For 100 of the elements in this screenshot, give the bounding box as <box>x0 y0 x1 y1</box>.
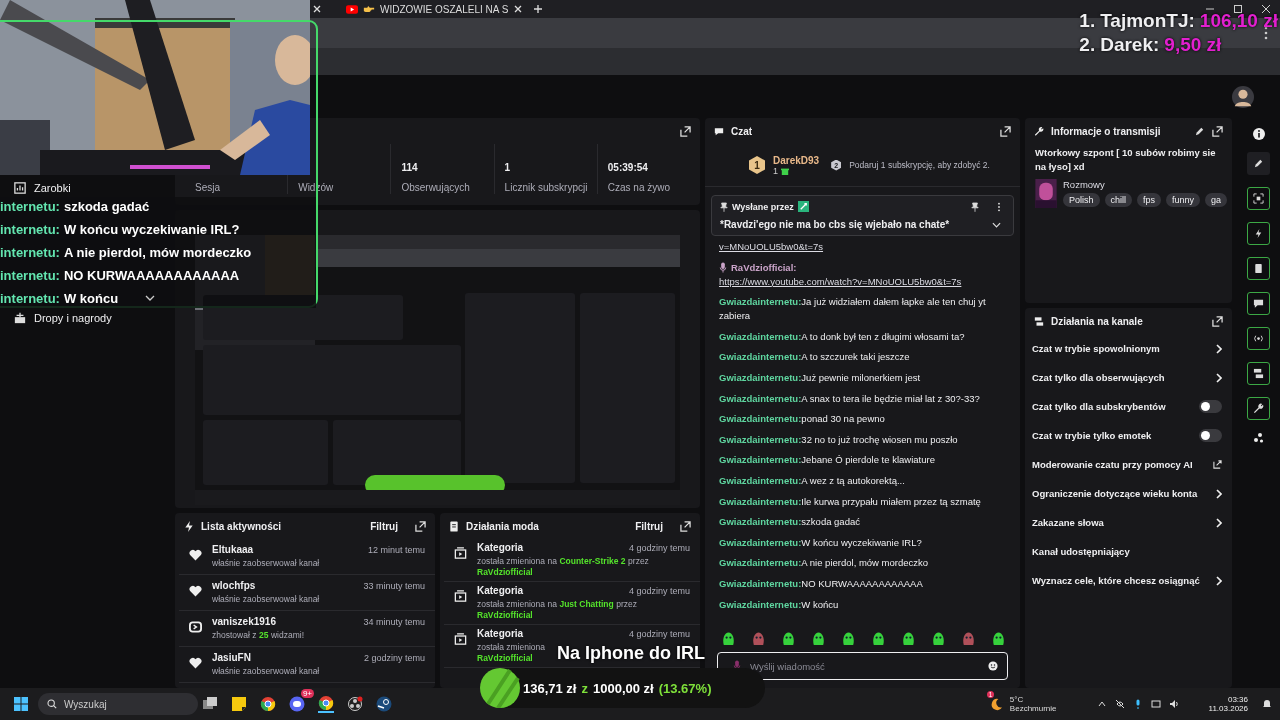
channel-action[interactable]: Czat w trybie tylko emotek <box>1032 430 1152 441</box>
channel-action[interactable]: Kanał udostępniający <box>1032 546 1130 557</box>
steam-icon[interactable] <box>375 696 392 712</box>
search-field[interactable]: Wyszukaj <box>38 693 198 715</box>
user-name[interactable]: wlochfps <box>212 580 256 591</box>
tag[interactable]: Polish <box>1063 193 1100 207</box>
focus-button[interactable] <box>1247 187 1270 210</box>
chat-app-icon[interactable] <box>288 696 305 712</box>
chevron-right-icon[interactable] <box>1216 488 1222 499</box>
emote-icon[interactable] <box>721 630 736 646</box>
chat-message: Gwiazdainternetu:W końcu <box>719 597 840 612</box>
sidebar-item[interactable]: Dropy i nagrody <box>0 312 170 324</box>
action-title: Kategoria <box>477 585 524 596</box>
browser-tab[interactable]: WIDZOWIE OSZALELI NA S <box>346 3 524 15</box>
chevron-up-icon[interactable] <box>1096 699 1107 709</box>
emote-icon[interactable] <box>841 630 856 646</box>
chevron-right-icon[interactable] <box>1216 343 1222 354</box>
channel-button[interactable] <box>1247 362 1270 385</box>
bell-icon[interactable] <box>1262 699 1272 709</box>
chevron-down-icon[interactable] <box>992 221 1001 228</box>
tag[interactable]: ga <box>1205 193 1228 207</box>
tag[interactable]: fps <box>1137 193 1162 207</box>
channel-action[interactable]: Zakazane słowa <box>1032 517 1104 528</box>
emote-icon[interactable] <box>871 630 886 646</box>
chat-message: Gwiazdainternetu:A wez z tą autokorektą... <box>719 473 906 488</box>
user-name[interactable]: vaniszek1916 <box>212 616 276 627</box>
chat-link[interactable]: https://www.youtube.com/watch?v=MNoUOLU5bw0&t=7s <box>719 274 962 289</box>
emote-icon[interactable] <box>991 630 1006 646</box>
user-name[interactable]: DarekD93 <box>773 154 820 166</box>
broadcast-button[interactable] <box>1247 327 1270 350</box>
channel-action[interactable]: Moderowanie czatu przy pomocy AI <box>1032 459 1193 470</box>
muted-icon[interactable] <box>1114 699 1125 709</box>
toggle-switch[interactable] <box>1199 400 1222 413</box>
network-icon[interactable] <box>1150 699 1161 709</box>
pencil-icon[interactable] <box>1194 125 1205 137</box>
browser-icon[interactable] <box>317 695 334 713</box>
emote-icon[interactable] <box>811 630 826 646</box>
info-icon[interactable] <box>1252 128 1265 140</box>
external-link-icon[interactable] <box>1213 460 1222 469</box>
channel-action[interactable]: Wyznacz cele, które chcesz osiągnąć <box>1032 575 1200 586</box>
overlay-chat-user: internetu: <box>0 221 60 239</box>
tag[interactable]: chill <box>1104 193 1133 207</box>
chevron-right-icon[interactable] <box>1216 575 1222 586</box>
channel-action[interactable]: Czat tylko dla subskrybentów <box>1032 401 1166 412</box>
chat-button[interactable] <box>1247 292 1270 315</box>
user-name[interactable]: JasiuFN <box>212 652 251 663</box>
chat-message: Gwiazdainternetu:Jebane Ó pierdole te klawiature <box>719 453 936 468</box>
popout-icon[interactable] <box>680 520 691 532</box>
toggle-switch[interactable] <box>1199 429 1222 442</box>
message-field[interactable]: Wyślij wiadomość <box>717 652 1008 680</box>
filter-button[interactable]: Filtruj <box>366 518 402 534</box>
edit-button[interactable] <box>1247 152 1270 175</box>
smiley-icon[interactable] <box>988 661 998 671</box>
category-icon <box>454 590 467 602</box>
activity-description: właśnie zaobserwował kanał <box>212 666 321 677</box>
leaderboard-amount: 106,10 zł <box>1199 9 1278 33</box>
filter-button[interactable]: Filtruj <box>631 518 667 534</box>
emote-icon[interactable] <box>931 630 946 646</box>
maximize-icon[interactable] <box>1233 4 1243 14</box>
close-icon[interactable] <box>513 4 524 14</box>
chevron-right-icon[interactable] <box>1216 372 1222 383</box>
popout-icon[interactable] <box>415 520 426 532</box>
user-name[interactable]: Eltukaaa <box>212 544 254 555</box>
category-name[interactable]: Rozmowy <box>1063 179 1228 190</box>
popout-icon[interactable] <box>1212 315 1223 327</box>
sidebar-item[interactable]: Zarobki <box>0 182 170 194</box>
pin-icon[interactable] <box>971 201 979 212</box>
chevron-right-icon[interactable] <box>1216 517 1222 528</box>
dots-icon[interactable] <box>1252 432 1265 444</box>
close-icon[interactable] <box>1261 4 1271 14</box>
channel-action[interactable]: Czat tylko dla obserwujących <box>1032 372 1165 383</box>
tag[interactable]: funny <box>1166 193 1201 207</box>
channel-action[interactable]: Czat w trybie spowolnionym <box>1032 343 1160 354</box>
more-icon[interactable] <box>997 201 1001 212</box>
time-ago: 34 minuty temu <box>363 617 425 627</box>
record-app-icon[interactable] <box>346 696 363 712</box>
emote-icon[interactable] <box>901 630 916 646</box>
stat-value: 114 <box>401 162 419 173</box>
popout-icon[interactable] <box>1000 125 1011 137</box>
user-avatar[interactable] <box>1232 85 1254 108</box>
wrench-button[interactable] <box>1247 397 1270 420</box>
chat-link[interactable]: v=MNoUOLU5bw0&t=7s <box>719 240 824 254</box>
overlay-chat-message: W końcu wyczekiwanie IRL? <box>63 221 240 239</box>
speaker-icon[interactable] <box>1168 699 1179 709</box>
popout-icon[interactable] <box>1212 125 1223 137</box>
close-icon[interactable] <box>312 4 322 14</box>
popout-icon[interactable] <box>680 126 691 137</box>
lightning-button[interactable] <box>1247 222 1270 245</box>
chat-message: Gwiazdainternetu:32 no to już trochę wiosen mu poszło <box>719 432 959 447</box>
chevron-down-icon <box>145 295 155 301</box>
new-tab-icon[interactable] <box>533 4 544 14</box>
task-view-icon[interactable] <box>201 696 218 712</box>
sticky-note-icon[interactable] <box>230 696 247 712</box>
browser-icon[interactable] <box>259 696 276 712</box>
channel-action[interactable]: Ograniczenie dotyczące wieku konta <box>1032 488 1198 499</box>
overlay-chat-user: internetu: <box>0 267 60 285</box>
time-ago: 33 minuty temu <box>363 581 425 591</box>
windows-icon[interactable] <box>14 697 28 711</box>
document-button[interactable] <box>1247 257 1270 280</box>
emote-icon[interactable] <box>781 630 796 646</box>
